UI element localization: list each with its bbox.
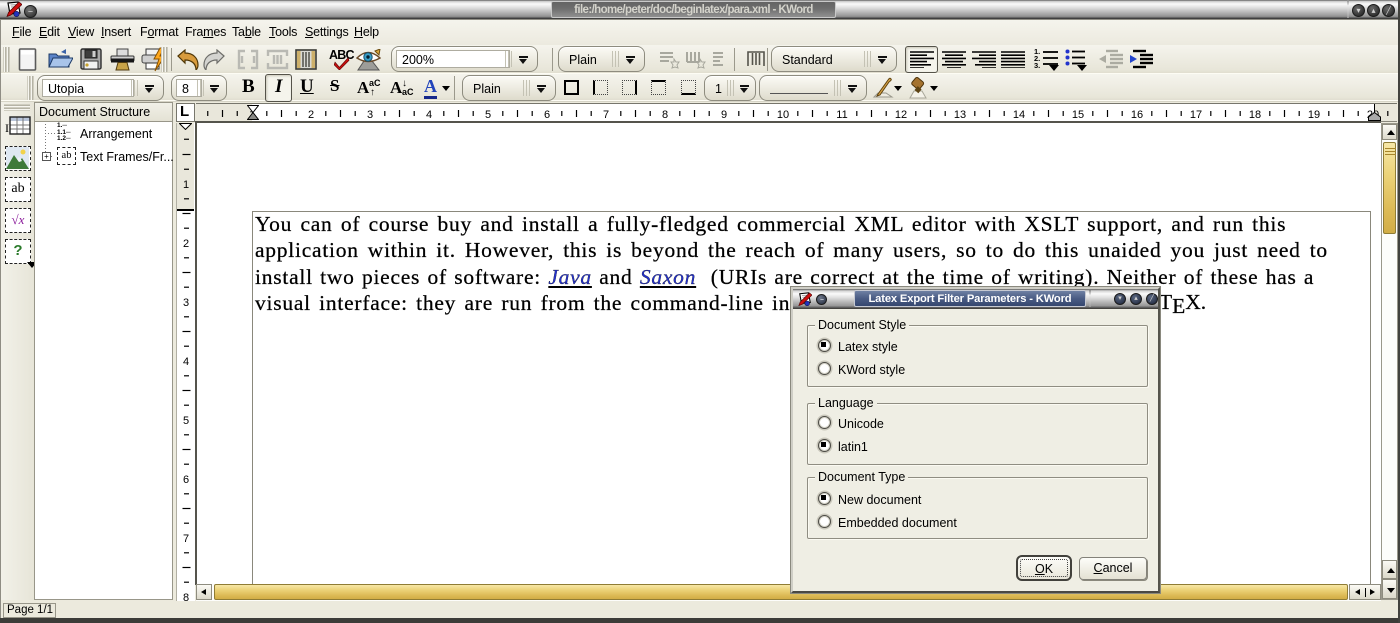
svg-text:2: 2 <box>183 238 189 250</box>
svg-text:1: 1 <box>183 179 189 191</box>
svg-text:6: 6 <box>183 474 189 486</box>
svg-text:12: 12 <box>895 109 907 121</box>
svg-text:I: I <box>5 121 9 135</box>
svg-text:15: 15 <box>1072 109 1084 121</box>
svg-text:10: 10 <box>777 109 789 121</box>
svg-text:16: 16 <box>1131 109 1143 121</box>
svg-text:8: 8 <box>662 109 668 121</box>
svg-text:9: 9 <box>721 109 727 121</box>
svg-text:5: 5 <box>183 415 189 427</box>
svg-text:5: 5 <box>485 109 491 121</box>
svg-text:7: 7 <box>603 109 609 121</box>
svg-text:14: 14 <box>1013 109 1025 121</box>
svg-text:8: 8 <box>183 592 189 601</box>
svg-text:13: 13 <box>954 109 966 121</box>
svg-text:19: 19 <box>1308 109 1320 121</box>
svg-text:11: 11 <box>836 109 847 121</box>
svg-text:3: 3 <box>183 297 189 309</box>
svg-text:2: 2 <box>308 109 314 121</box>
svg-text:17: 17 <box>1190 109 1202 121</box>
svg-text:6: 6 <box>544 109 550 121</box>
svg-text:7: 7 <box>183 533 189 545</box>
svg-text:4: 4 <box>183 356 189 368</box>
svg-text:18: 18 <box>1249 109 1261 121</box>
svg-text:4: 4 <box>426 109 432 121</box>
svg-text:3: 3 <box>367 109 373 121</box>
